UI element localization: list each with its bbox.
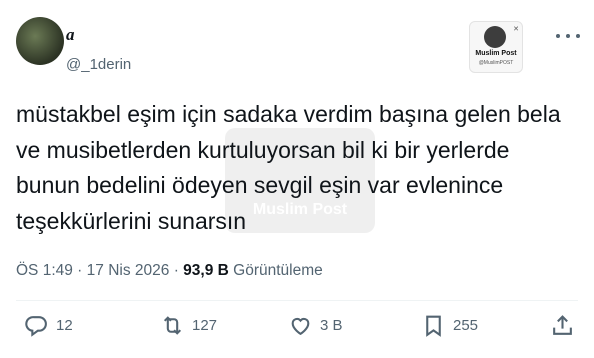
logo-face-icon bbox=[484, 26, 506, 48]
reply-button[interactable]: 12 bbox=[24, 313, 73, 338]
reply-icon bbox=[25, 316, 47, 337]
like-count: 3 B bbox=[320, 317, 343, 334]
heart-icon bbox=[291, 317, 310, 336]
views-label: Görüntüleme bbox=[228, 262, 323, 279]
logo-brand: Muslim Post bbox=[475, 50, 517, 57]
share-icon bbox=[553, 315, 572, 335]
user-handle[interactable]: @_1derin bbox=[66, 56, 131, 73]
share-button[interactable] bbox=[550, 313, 575, 338]
meta-separator: · bbox=[169, 262, 184, 279]
tweet-text: müstakbel eşim için sadaka verdim başına… bbox=[16, 101, 561, 234]
views-count: 93,9 B bbox=[183, 262, 229, 279]
more-options-icon[interactable] bbox=[556, 26, 580, 46]
bookmark-count: 255 bbox=[453, 317, 479, 334]
repost-button[interactable]: 127 bbox=[160, 313, 217, 338]
reply-count: 12 bbox=[56, 317, 73, 334]
tweet-time[interactable]: ÖS 1:49 bbox=[16, 262, 73, 279]
display-name[interactable]: a bbox=[66, 25, 75, 45]
muslim-post-logo: ✕ Muslim Post @MuslimPOST bbox=[469, 21, 523, 73]
repost-icon bbox=[163, 316, 182, 335]
x-icon: ✕ bbox=[513, 26, 519, 33]
bookmark-icon bbox=[426, 315, 441, 337]
logo-sub: @MuslimPOST bbox=[478, 60, 514, 66]
tweet-date[interactable]: 17 Nis 2026 bbox=[87, 262, 170, 279]
like-button[interactable]: 3 B bbox=[288, 313, 343, 338]
bookmark-button[interactable]: 255 bbox=[421, 313, 478, 338]
meta-separator: · bbox=[72, 262, 87, 279]
action-bar: 12 127 3 B 255 bbox=[0, 313, 594, 343]
avatar[interactable] bbox=[16, 17, 64, 65]
repost-count: 127 bbox=[192, 317, 218, 334]
divider bbox=[16, 300, 578, 301]
tweet-meta: ÖS 1:49 · 17 Nis 2026 · 93,9 B Görüntüle… bbox=[16, 262, 323, 280]
